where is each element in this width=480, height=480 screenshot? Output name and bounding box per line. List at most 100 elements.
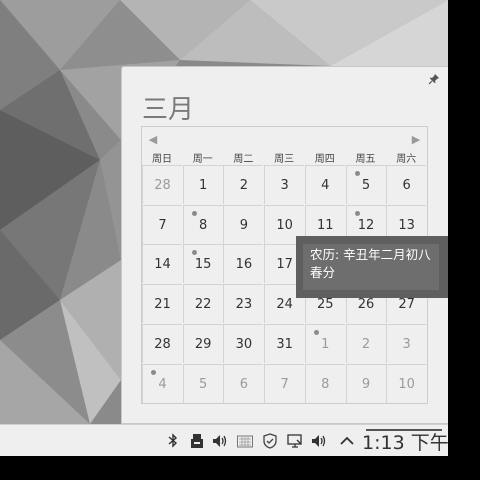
digital-clock[interactable]: 1:13 下午: [362, 428, 449, 455]
day-cell[interactable]: 22: [182, 284, 223, 324]
day-number: 6: [239, 376, 249, 392]
day-number: 10: [398, 376, 415, 392]
day-cell[interactable]: 9: [223, 204, 264, 244]
day-cell[interactable]: 5: [182, 363, 223, 403]
lunar-date-tooltip: 农历: 辛丑年二月初八 春分: [296, 236, 448, 298]
day-cell[interactable]: 3: [264, 165, 305, 204]
weekday-label: 周三: [274, 154, 295, 165]
day-number: 14: [154, 257, 171, 273]
day-cell[interactable]: 23: [223, 284, 264, 324]
expand-arrow-icon[interactable]: [338, 432, 356, 450]
day-cell[interactable]: 16: [223, 244, 264, 284]
event-dot-icon: [313, 329, 319, 335]
day-cell[interactable]: 10: [386, 363, 427, 403]
day-cell[interactable]: 15: [182, 244, 223, 284]
tooltip-solar-term: 春分: [310, 265, 336, 280]
security-icon[interactable]: [261, 432, 279, 450]
day-number: 15: [194, 257, 212, 273]
day-cell[interactable]: 4: [304, 165, 345, 204]
day-cell[interactable]: 3: [386, 323, 427, 363]
day-cell[interactable]: 1: [182, 165, 223, 204]
day-number: 27: [398, 297, 415, 313]
day-cell[interactable]: 28: [142, 165, 182, 204]
day-number: 31: [276, 336, 293, 352]
day-number: 3: [402, 336, 411, 352]
day-cell[interactable]: 31: [264, 323, 305, 363]
day-number: 3: [280, 178, 289, 193]
day-number: 11: [317, 217, 334, 233]
day-number: 16: [235, 257, 253, 273]
day-number: 21: [154, 297, 171, 313]
day-number: 24: [276, 297, 293, 313]
day-cell[interactable]: 30: [223, 323, 264, 363]
screen-edge: [448, 0, 480, 480]
day-cell[interactable]: 28: [142, 323, 182, 363]
day-number: 8: [199, 217, 208, 233]
day-cell[interactable]: 29: [182, 323, 223, 363]
day-number: 5: [361, 178, 371, 193]
day-number: 9: [361, 376, 371, 392]
day-cell[interactable]: 2: [223, 165, 264, 204]
day-cell[interactable]: 8: [182, 204, 223, 244]
day-number: 4: [321, 178, 330, 193]
day-number: 5: [199, 376, 208, 392]
weekday-label: 周二: [233, 154, 254, 165]
day-cell[interactable]: 2: [345, 323, 386, 363]
day-cell[interactable]: 21: [142, 284, 182, 324]
month-title: 三月: [142, 95, 195, 125]
day-number: 30: [235, 336, 253, 352]
usb-drive-icon[interactable]: [188, 432, 206, 450]
day-cell[interactable]: 14: [142, 244, 182, 284]
day-number: 26: [357, 297, 375, 313]
tooltip-lunar-date: 农历: 辛丑年二月初八: [310, 247, 431, 262]
weekday-label: 周四: [314, 154, 335, 165]
calendar-header: ◀ ▶ 周日 周一 周二 周三 周四 周五 周六: [142, 127, 427, 165]
display-icon[interactable]: [286, 432, 304, 450]
day-cell[interactable]: 1: [304, 323, 345, 363]
day-cell[interactable]: 5: [345, 165, 386, 204]
weekday-label: 周日: [152, 154, 172, 165]
day-number: 8: [321, 376, 330, 392]
day-cell[interactable]: 4: [142, 363, 182, 403]
day-cell[interactable]: 9: [345, 363, 386, 403]
day-cell[interactable]: 8: [304, 363, 345, 403]
keyboard-icon[interactable]: [236, 432, 254, 450]
day-number: 4: [158, 376, 167, 392]
event-dot-icon: [151, 369, 156, 375]
day-cell[interactable]: 6: [223, 363, 264, 403]
next-month-button[interactable]: ▶: [409, 133, 423, 147]
event-dot-icon: [191, 250, 197, 256]
screen-bottom-edge: [0, 456, 480, 480]
day-number: 2: [239, 178, 249, 193]
day-number: 25: [317, 297, 334, 313]
day-number: 10: [276, 217, 293, 233]
bluetooth-icon[interactable]: [164, 432, 182, 450]
day-number: 29: [194, 336, 212, 352]
event-dot-icon: [354, 171, 360, 176]
day-cell[interactable]: 7: [142, 204, 182, 244]
previous-month-button[interactable]: ◀: [146, 133, 160, 147]
pin-icon[interactable]: [428, 73, 440, 85]
weekday-label: 周六: [396, 154, 417, 165]
day-number: 9: [239, 217, 249, 233]
taskbar-panel: 1:13 下午: [0, 424, 449, 456]
day-cell[interactable]: 7: [264, 363, 305, 403]
day-number: 7: [280, 376, 289, 392]
day-number: 28: [154, 178, 171, 193]
day-number: 7: [158, 217, 167, 233]
day-number: 17: [276, 257, 293, 273]
weekday-label: 周五: [355, 154, 376, 165]
day-number: 23: [235, 297, 253, 313]
day-number: 6: [402, 178, 411, 193]
day-number: 12: [357, 217, 375, 233]
speaker-icon[interactable]: [310, 432, 328, 450]
day-number: 28: [154, 336, 171, 352]
event-dot-icon: [354, 210, 360, 216]
day-number: 1: [321, 336, 330, 352]
day-cell[interactable]: 6: [386, 165, 427, 204]
event-dot-icon: [191, 210, 197, 216]
day-number: 13: [398, 217, 415, 233]
day-number: 1: [199, 178, 208, 193]
volume-icon[interactable]: [211, 432, 229, 450]
day-number: 22: [194, 297, 212, 313]
